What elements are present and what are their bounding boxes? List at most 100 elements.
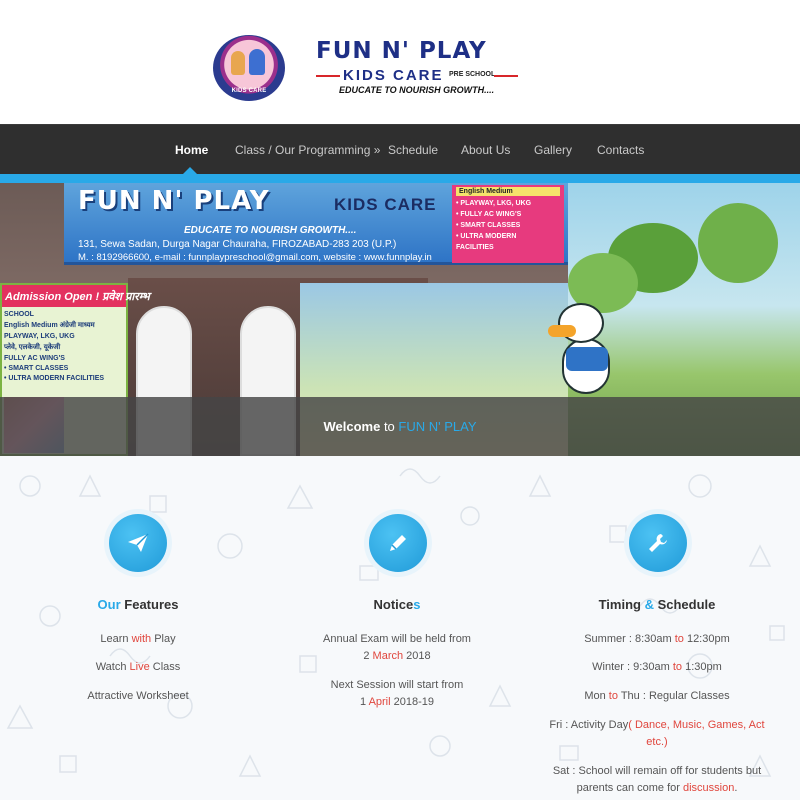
logo-kids-care: KIDS CARE xyxy=(343,67,444,84)
text-part: Sat : School will remain off for student… xyxy=(552,765,762,777)
sign-title: FUN N' PLAY xyxy=(78,186,270,216)
notices-title: Notices xyxy=(267,597,527,612)
schedule-line: Sat : School will remain off for student… xyxy=(527,763,787,779)
admission-line: English Medium अंग्रेजी माध्यम xyxy=(4,322,95,329)
features-title-rest: Features xyxy=(120,597,179,612)
logo-pre-school: PRE SCHOOL xyxy=(449,71,496,78)
nav-contacts[interactable]: Contacts xyxy=(597,125,644,175)
features-section: Our Features Learn with Play Watch Live … xyxy=(0,456,800,800)
admission-heading: Admission Open ! प्रवेश प्रारम्भ xyxy=(2,285,150,307)
features-title: Our Features xyxy=(8,597,268,612)
text-part: Learn xyxy=(100,633,132,645)
sign-tagline: EDUCATE TO NOURISH GROWTH.... xyxy=(184,225,357,236)
logo-badge-text: KIDS CARE xyxy=(231,88,267,94)
admission-line: • SMART CLASSES xyxy=(4,365,69,372)
duck-beak xyxy=(548,325,576,337)
sign-contact: M. : 8192966600, e-mail : funnplaypresch… xyxy=(78,252,432,263)
feature-line: Learn with Play xyxy=(8,631,268,647)
caption-welcome: Welcome xyxy=(323,419,381,434)
admission-lines: SCHOOL English Medium अंग्रेजी माध्यम PL… xyxy=(4,311,124,385)
highlight-text: to xyxy=(672,661,683,673)
logo-title: FUN N' PLAY xyxy=(316,38,487,64)
notices-title-main: Notice xyxy=(373,597,414,612)
text-part: 12:30pm xyxy=(683,633,730,645)
sign-list-item: • PLAYWAY, LKG, UKG xyxy=(456,200,532,207)
hero-slider[interactable]: FUN N' PLAY KIDS CARE EDUCATE TO NOURISH… xyxy=(0,183,800,456)
notice-line: 2 March 2018 xyxy=(267,648,527,664)
site-header: KIDS CARE FUN N' PLAY KIDS CARE PRE SCHO… xyxy=(0,0,800,124)
sign-address: 131, Sewa Sadan, Durga Nagar Chauraha, F… xyxy=(78,239,397,250)
highlight-text: to xyxy=(608,690,618,702)
highlight-text: etc.) xyxy=(646,736,668,748)
notices-title-accent: s xyxy=(413,597,421,612)
logo-tagline: EDUCATE TO NOURISH GROWTH.... xyxy=(339,85,495,95)
logo-rule xyxy=(316,75,340,77)
text-part: Summer : 8:30am xyxy=(584,633,675,645)
main-navigation: Home Class / Our Programming » Schedule … xyxy=(0,124,800,174)
wrench-glyph xyxy=(649,534,667,552)
text-part: Class xyxy=(149,661,181,673)
highlight-text: March xyxy=(372,650,404,662)
schedule-title-a: Timing xyxy=(598,597,645,612)
mural-tree xyxy=(698,203,778,283)
text-part: Attractive Worksheet xyxy=(87,690,189,702)
admission-line: SCHOOL xyxy=(4,311,34,318)
logo-badge: KIDS CARE xyxy=(213,35,285,101)
notice-line: 1 April 2018-19 xyxy=(267,694,527,710)
highlight-text: Live xyxy=(129,661,150,673)
hero-donald-duck-mural xyxy=(548,303,622,398)
caption-to: to xyxy=(380,419,399,434)
hero-caption: Welcome to FUN N' PLAY xyxy=(0,397,800,456)
sign-list-item: English Medium xyxy=(456,187,560,196)
admission-line: प्लेवे, एलकेजी, यूकेजी xyxy=(4,344,61,351)
caption-school-name: FUN N' PLAY xyxy=(398,419,477,434)
nav-about-us[interactable]: About Us xyxy=(461,125,510,175)
text-part: 2018-19 xyxy=(390,696,435,708)
nav-accent-bar xyxy=(0,174,800,183)
sign-kids-care: KIDS CARE xyxy=(334,195,437,214)
schedule-line: Fri : Activity Day( Dance, Music, Games,… xyxy=(527,717,787,733)
logo-kid-figure xyxy=(249,49,265,75)
highlight-text: ( Dance, Music, Games, Act xyxy=(628,719,765,731)
highlight-text: to xyxy=(674,633,684,645)
text-part: 2018 xyxy=(403,650,431,662)
sign-list-item: • FULLY AC WING'S xyxy=(456,211,522,218)
nav-schedule[interactable]: Schedule xyxy=(388,125,438,175)
notice-line: Annual Exam will be held from xyxy=(267,631,527,647)
schedule-line: parents can come for discussion. xyxy=(527,780,787,796)
logo-rule xyxy=(494,75,518,77)
hero-school-sign: FUN N' PLAY KIDS CARE EDUCATE TO NOURISH… xyxy=(64,183,568,265)
schedule-line: Summer : 8:30am to 12:30pm xyxy=(527,631,787,647)
notice-line: Next Session will start from xyxy=(267,677,527,693)
logo-subtitle: KIDS CARE PRE SCHOOL xyxy=(316,67,518,84)
feature-line: Watch Live Class xyxy=(8,659,268,675)
site-logo[interactable]: KIDS CARE FUN N' PLAY KIDS CARE PRE SCHO… xyxy=(213,35,519,101)
text-part: Fri : Activity Day xyxy=(549,719,629,731)
schedule-line: etc.) xyxy=(527,734,787,750)
paper-plane-icon xyxy=(109,514,167,572)
highlight-text: April xyxy=(368,696,391,708)
admission-line: PLAYWAY, LKG, UKG xyxy=(4,333,75,340)
active-nav-caret xyxy=(183,167,197,174)
feature-line: Attractive Worksheet xyxy=(8,688,268,704)
features-title-accent: Our xyxy=(97,597,121,612)
schedule-title: Timing & Schedule xyxy=(527,597,787,612)
duck-head xyxy=(558,303,604,343)
hero-caption-bar: Welcome to FUN N' PLAY xyxy=(0,397,800,456)
wrench-icon xyxy=(629,514,687,572)
text-part: Play xyxy=(151,633,176,645)
highlight-text: discussion xyxy=(682,782,735,794)
sign-features-list: English Medium • PLAYWAY, LKG, UKG • FUL… xyxy=(452,185,564,263)
schedule-title-b: Schedule xyxy=(653,597,716,612)
nav-gallery[interactable]: Gallery xyxy=(534,125,572,175)
pencil-glyph xyxy=(390,535,406,551)
text-part: Thu : Regular Classes xyxy=(617,690,730,702)
text-part: Winter : 9:30am xyxy=(592,661,673,673)
schedule-title-amp: & xyxy=(644,597,654,612)
admission-line: FULLY AC WING'S xyxy=(4,355,65,362)
text-part: 2 xyxy=(363,650,373,662)
nav-class-programming[interactable]: Class / Our Programming » xyxy=(235,125,380,175)
text-part: Annual Exam will be held from xyxy=(323,633,471,645)
sign-list-item: • ULTRA MODERN xyxy=(456,233,517,240)
text-part: Next Session will start from xyxy=(330,679,464,691)
